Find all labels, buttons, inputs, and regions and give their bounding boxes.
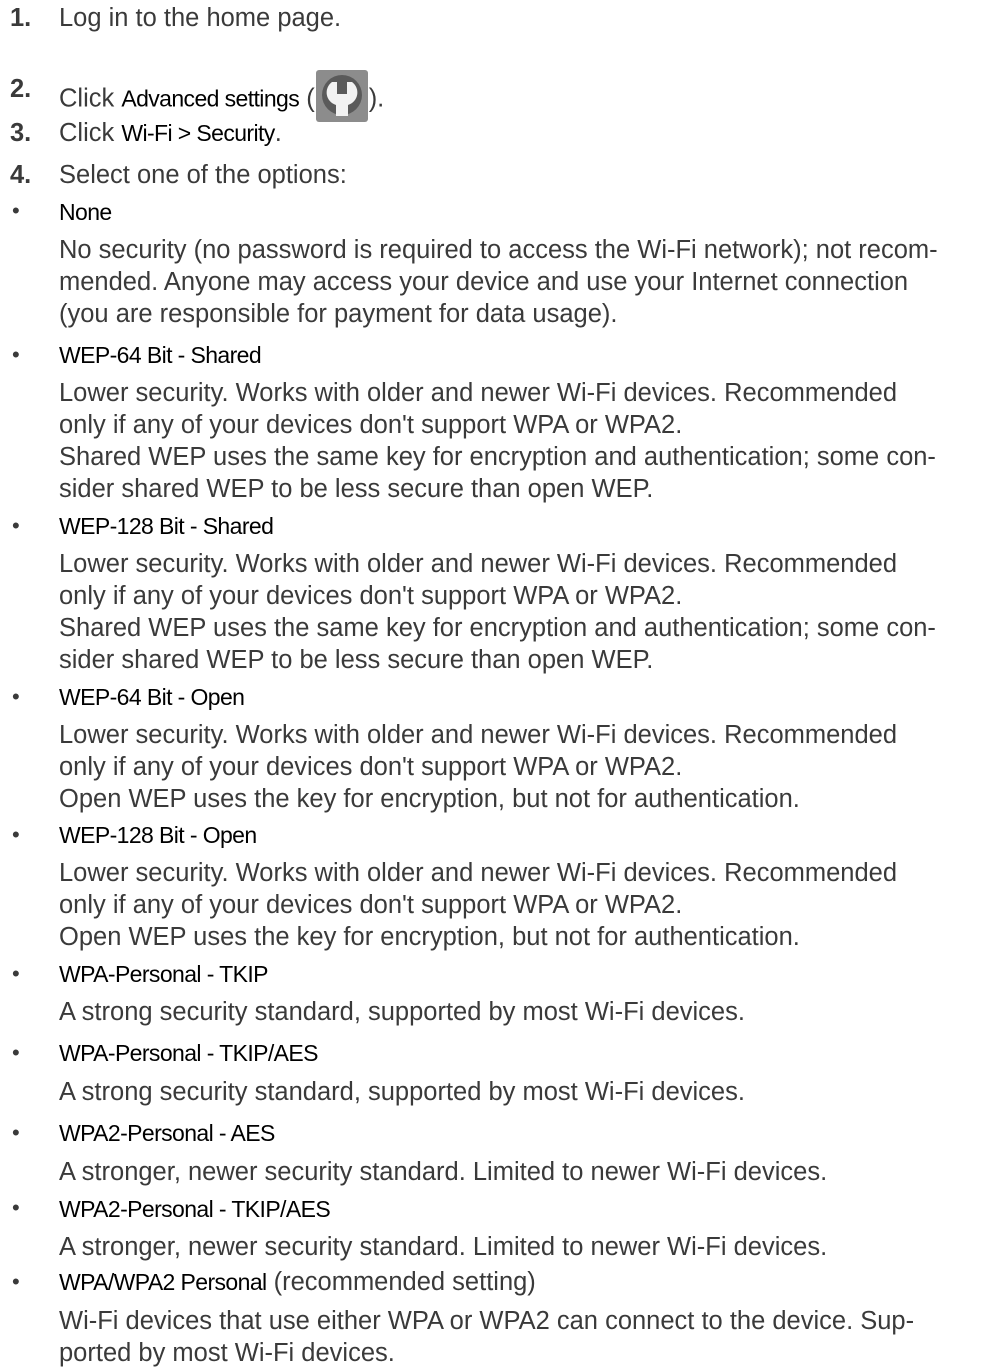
option-name: WPA2-Personal - AES [59, 1120, 275, 1146]
option-name: WEP-128 Bit - Shared [59, 513, 274, 539]
option-name: WPA-Personal - TKIP/AES [59, 1040, 318, 1066]
step-text: Click Wi-Fi > Security. [59, 118, 282, 148]
bullet: • [12, 342, 20, 367]
option-name: WPA/WPA2 Personal (recommended setting) [59, 1268, 536, 1296]
option-name: WEP-64 Bit - Open [59, 684, 245, 710]
paren-open: ( [299, 84, 315, 113]
step-number: 2. [10, 75, 32, 103]
wrench-icon [315, 70, 368, 122]
step-text: Log in to the home page. [59, 4, 342, 32]
advanced-settings-label: Advanced settings [121, 85, 300, 112]
bullet: • [12, 684, 20, 709]
option-name-text: WPA/WPA2 Personal [59, 1269, 267, 1295]
bullet: • [12, 198, 20, 223]
bullet: • [12, 822, 20, 847]
option-description: No security (no password is required to … [59, 236, 938, 328]
option-description: A strong security standard, supported by… [59, 1078, 745, 1106]
option-description: Lower security. Works with older and new… [59, 379, 936, 503]
step-number: 1. [10, 4, 32, 32]
option-description: Wi-Fi devices that use either WPA or WPA… [59, 1307, 915, 1367]
option-name: WEP-128 Bit - Open [59, 822, 257, 848]
option-description: Lower security. Works with older and new… [59, 859, 898, 951]
option-name: WPA-Personal - TKIP [59, 961, 268, 987]
bullet: • [12, 513, 20, 538]
step-text: Select one of the options: [59, 161, 347, 189]
step-number: 3. [10, 119, 32, 147]
option-name: None [59, 199, 112, 225]
bullet: • [12, 1120, 20, 1145]
step-number: 4. [10, 161, 32, 189]
paren-close: ). [368, 84, 385, 113]
step-prefix: Click [59, 119, 122, 147]
bullet: • [12, 1195, 20, 1220]
option-name: WPA2-Personal - TKIP/AES [59, 1196, 331, 1222]
bullet: • [12, 1269, 20, 1294]
option-description: Lower security. Works with older and new… [59, 550, 936, 674]
option-name: WEP-64 Bit - Shared [59, 342, 262, 368]
option-description: Lower security. Works with older and new… [59, 721, 898, 813]
bullet: • [12, 961, 20, 986]
option-description: A stronger, newer security standard. Lim… [59, 1233, 828, 1261]
recommended-note: (recommended setting) [266, 1268, 536, 1296]
step-suffix: . [274, 119, 282, 147]
bullet: • [12, 1040, 20, 1065]
option-description: A strong security standard, supported by… [59, 998, 745, 1026]
option-description: A stronger, newer security standard. Lim… [59, 1158, 828, 1186]
step-prefix: Click [59, 84, 122, 113]
wifi-security-label: Wi-Fi > Security [121, 120, 275, 146]
